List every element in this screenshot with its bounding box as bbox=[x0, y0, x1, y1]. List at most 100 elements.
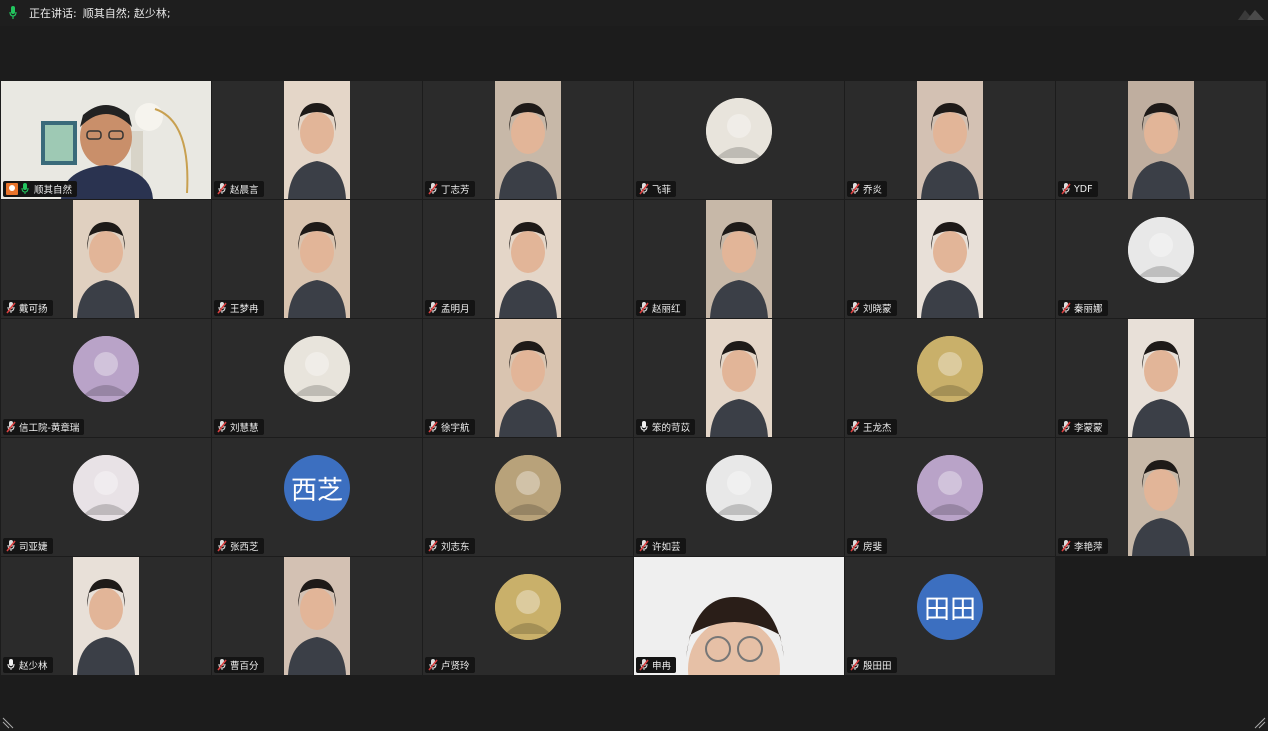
participant-name-tag: 孟明月 bbox=[425, 300, 475, 316]
participant-tile[interactable]: 王梦冉 bbox=[212, 200, 422, 318]
participant-name: 张西芝 bbox=[230, 542, 259, 553]
participant-tile[interactable]: 刘慧慧 bbox=[212, 319, 422, 437]
participant-name: 孟明月 bbox=[441, 304, 470, 315]
participant-tile[interactable]: 李蒙蒙 bbox=[1056, 319, 1266, 437]
app-logo-icon bbox=[1238, 6, 1264, 22]
avatar: 田田 bbox=[917, 574, 983, 640]
participant-tile[interactable]: 顺其自然 bbox=[1, 81, 211, 199]
participant-name: 秦丽娜 bbox=[1074, 304, 1103, 315]
participant-name-tag: 卢贤玲 bbox=[425, 657, 475, 673]
microphone-muted-icon bbox=[850, 183, 860, 195]
participant-tile[interactable]: 孟明月 bbox=[423, 200, 633, 318]
microphone-muted-icon bbox=[428, 421, 438, 433]
microphone-muted-icon bbox=[850, 421, 860, 433]
participant-name: 赵晨言 bbox=[230, 185, 259, 196]
video-feed bbox=[1128, 81, 1194, 199]
participant-name-tag: 刘晓蒙 bbox=[847, 300, 897, 316]
participant-tile[interactable]: 许如芸 bbox=[634, 438, 844, 556]
microphone-muted-icon bbox=[428, 302, 438, 314]
avatar bbox=[73, 455, 139, 521]
participant-tile[interactable]: 乔炎 bbox=[845, 81, 1055, 199]
participant-name-tag: 司亚婕 bbox=[3, 538, 53, 554]
video-feed bbox=[73, 200, 139, 318]
avatar bbox=[706, 98, 772, 164]
avatar bbox=[706, 455, 772, 521]
participant-name: 赵少林 bbox=[19, 661, 48, 672]
participant-grid: 顺其自然 赵晨言 丁志芳 飞菲 乔炎 YDF 戴可扬 王梦冉 孟明月 赵丽红 刘晓蒙 秦丽娜信工院-… bbox=[1, 81, 1266, 675]
active-speaker-bar: 正在讲话: 顺其自然; 赵少林; bbox=[0, 0, 1268, 26]
participant-tile[interactable]: 刘志东 bbox=[423, 438, 633, 556]
participant-tile[interactable]: 丁志芳 bbox=[423, 81, 633, 199]
participant-name: 房斐 bbox=[863, 542, 883, 553]
microphone-muted-icon bbox=[6, 540, 16, 552]
microphone-muted-icon bbox=[850, 540, 860, 552]
participant-tile[interactable]: 田田殷田田 bbox=[845, 557, 1055, 675]
microphone-muted-icon bbox=[1061, 183, 1071, 195]
video-feed bbox=[495, 200, 561, 318]
participant-name-tag: 申冉 bbox=[636, 657, 677, 673]
participant-tile[interactable]: 徐宇航 bbox=[423, 319, 633, 437]
microphone-muted-icon bbox=[428, 659, 438, 671]
video-feed bbox=[917, 200, 983, 318]
participant-tile[interactable]: 信工院-黄章瑞 bbox=[1, 319, 211, 437]
participant-tile[interactable]: 笨的苛苡 bbox=[634, 319, 844, 437]
participant-tile[interactable]: 西芝张西芝 bbox=[212, 438, 422, 556]
participant-name-tag: 曹百分 bbox=[214, 657, 264, 673]
participant-tile[interactable]: 申冉 bbox=[634, 557, 844, 675]
participant-name: 司亚婕 bbox=[19, 542, 48, 553]
participant-tile[interactable]: 秦丽娜 bbox=[1056, 200, 1266, 318]
video-feed bbox=[495, 319, 561, 437]
participant-tile[interactable]: YDF bbox=[1056, 81, 1266, 199]
microphone-muted-icon bbox=[850, 659, 860, 671]
participant-name-tag: 李蒙蒙 bbox=[1058, 419, 1108, 435]
microphone-muted-icon bbox=[1061, 302, 1071, 314]
participant-tile[interactable]: 司亚婕 bbox=[1, 438, 211, 556]
microphone-muted-icon bbox=[1061, 540, 1071, 552]
participant-name-tag: 张西芝 bbox=[214, 538, 264, 554]
participant-tile[interactable]: 房斐 bbox=[845, 438, 1055, 556]
participant-name: 王龙杰 bbox=[863, 423, 892, 434]
speaking-label: 正在讲话: bbox=[29, 7, 77, 20]
microphone-muted-icon bbox=[1061, 421, 1071, 433]
resize-handle-right-icon[interactable] bbox=[1254, 717, 1266, 729]
participant-tile[interactable]: 刘晓蒙 bbox=[845, 200, 1055, 318]
avatar bbox=[917, 336, 983, 402]
participant-tile[interactable]: 赵丽红 bbox=[634, 200, 844, 318]
participant-name: 李蒙蒙 bbox=[1074, 423, 1103, 434]
participant-name-tag: 殷田田 bbox=[847, 657, 897, 673]
participant-tile[interactable]: 戴可扬 bbox=[1, 200, 211, 318]
participant-name: 王梦冉 bbox=[230, 304, 259, 315]
microphone-muted-icon bbox=[217, 183, 227, 195]
video-feed bbox=[284, 557, 350, 675]
microphone-muted-icon bbox=[850, 302, 860, 314]
video-feed bbox=[495, 81, 561, 199]
participant-tile[interactable]: 赵少林 bbox=[1, 557, 211, 675]
participant-name: YDF bbox=[1074, 183, 1093, 195]
participant-name-tag: 笨的苛苡 bbox=[636, 419, 696, 435]
participant-tile[interactable]: 飞菲 bbox=[634, 81, 844, 199]
microphone-muted-icon bbox=[6, 421, 16, 433]
avatar bbox=[284, 336, 350, 402]
microphone-icon bbox=[6, 659, 16, 671]
participant-tile[interactable]: 赵晨言 bbox=[212, 81, 422, 199]
microphone-muted-icon bbox=[217, 659, 227, 671]
participant-name: 乔炎 bbox=[863, 185, 883, 196]
video-feed bbox=[284, 81, 350, 199]
participant-name-tag: 赵少林 bbox=[3, 657, 53, 673]
avatar bbox=[917, 455, 983, 521]
participant-name-tag: 李艳萍 bbox=[1058, 538, 1108, 554]
participant-tile[interactable]: 王龙杰 bbox=[845, 319, 1055, 437]
participant-tile[interactable]: 卢贤玲 bbox=[423, 557, 633, 675]
participant-tile[interactable]: 李艳萍 bbox=[1056, 438, 1266, 556]
microphone-muted-icon bbox=[428, 540, 438, 552]
resize-handle-left-icon[interactable] bbox=[2, 717, 14, 729]
avatar: 西芝 bbox=[284, 455, 350, 521]
avatar bbox=[73, 336, 139, 402]
participant-name: 许如芸 bbox=[652, 542, 681, 553]
participant-tile[interactable]: 曹百分 bbox=[212, 557, 422, 675]
participant-name-tag: 赵丽红 bbox=[636, 300, 686, 316]
participant-name: 李艳萍 bbox=[1074, 542, 1103, 553]
video-feed bbox=[706, 319, 772, 437]
video-feed bbox=[73, 557, 139, 675]
avatar bbox=[495, 574, 561, 640]
